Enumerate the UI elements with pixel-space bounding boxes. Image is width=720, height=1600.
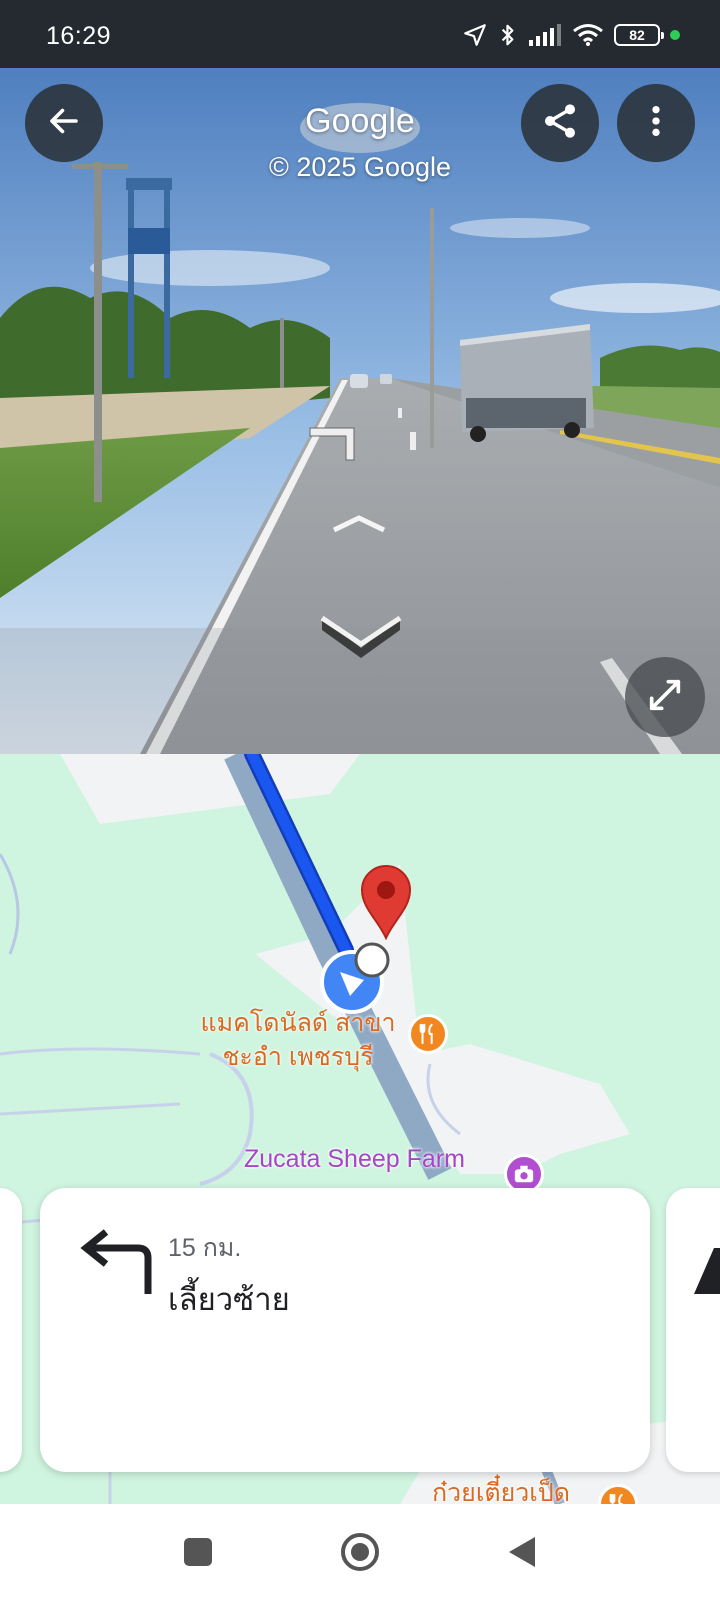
poi-label-sheep-farm[interactable]: Zucata Sheep Farm [244, 1142, 465, 1176]
recents-square-icon [183, 1537, 213, 1572]
expand-icon [645, 675, 685, 720]
back-triangle-icon [507, 1535, 537, 1574]
recents-button[interactable] [176, 1532, 220, 1576]
back-button[interactable] [25, 84, 103, 162]
status-bar: 16:29 82 [0, 0, 720, 68]
bluetooth-icon [498, 22, 518, 48]
signal-icon [528, 23, 562, 47]
share-icon [540, 101, 580, 146]
more-options-button[interactable] [617, 84, 695, 162]
previous-step-card[interactable] [0, 1188, 22, 1472]
location-arrow-icon [462, 22, 488, 48]
street-view-panorama[interactable]: Google © 2025 Google [0, 68, 720, 754]
back-arrow-icon [46, 103, 82, 144]
poi-label-mcdonalds[interactable]: แมคโดนัลด์ สาขา ชะอำ เพชรบุรี [188, 1006, 408, 1074]
current-location-icon [320, 942, 390, 1014]
turn-left-icon [78, 1228, 154, 1301]
back-nav-button[interactable] [500, 1532, 544, 1576]
poi-label-duck-noodle[interactable]: ก๋วยเตี๋ยวเป็ด [432, 1476, 570, 1504]
active-dot-icon [670, 30, 680, 40]
status-time: 16:29 [46, 22, 112, 50]
next-step-card[interactable] [666, 1188, 720, 1472]
google-brand: Google [305, 102, 415, 140]
expand-button[interactable] [625, 657, 705, 737]
next-step-arrow-icon [694, 1248, 720, 1294]
battery-icon: 82 [614, 24, 664, 46]
step-instruction: เลี้ยวซ้าย [168, 1282, 290, 1317]
destination-pin-icon[interactable] [358, 862, 414, 940]
wifi-icon [572, 23, 604, 47]
turn-arrow-marker[interactable] [308, 426, 368, 462]
backward-chevron-icon[interactable] [318, 612, 404, 660]
copyright-text: © 2025 Google [268, 152, 452, 182]
system-nav-bar [0, 1504, 720, 1600]
status-icons: 82 [462, 22, 680, 48]
step-distance: 15 กม. [168, 1234, 242, 1262]
direction-step-card[interactable]: 15 กม. เลี้ยวซ้าย [40, 1188, 650, 1472]
home-circle-icon [340, 1532, 380, 1577]
forward-chevron-icon[interactable] [332, 514, 386, 534]
home-button[interactable] [338, 1532, 382, 1576]
more-vert-icon [650, 104, 662, 143]
share-button[interactable] [521, 84, 599, 162]
restaurant-pin-icon[interactable] [408, 1014, 448, 1054]
